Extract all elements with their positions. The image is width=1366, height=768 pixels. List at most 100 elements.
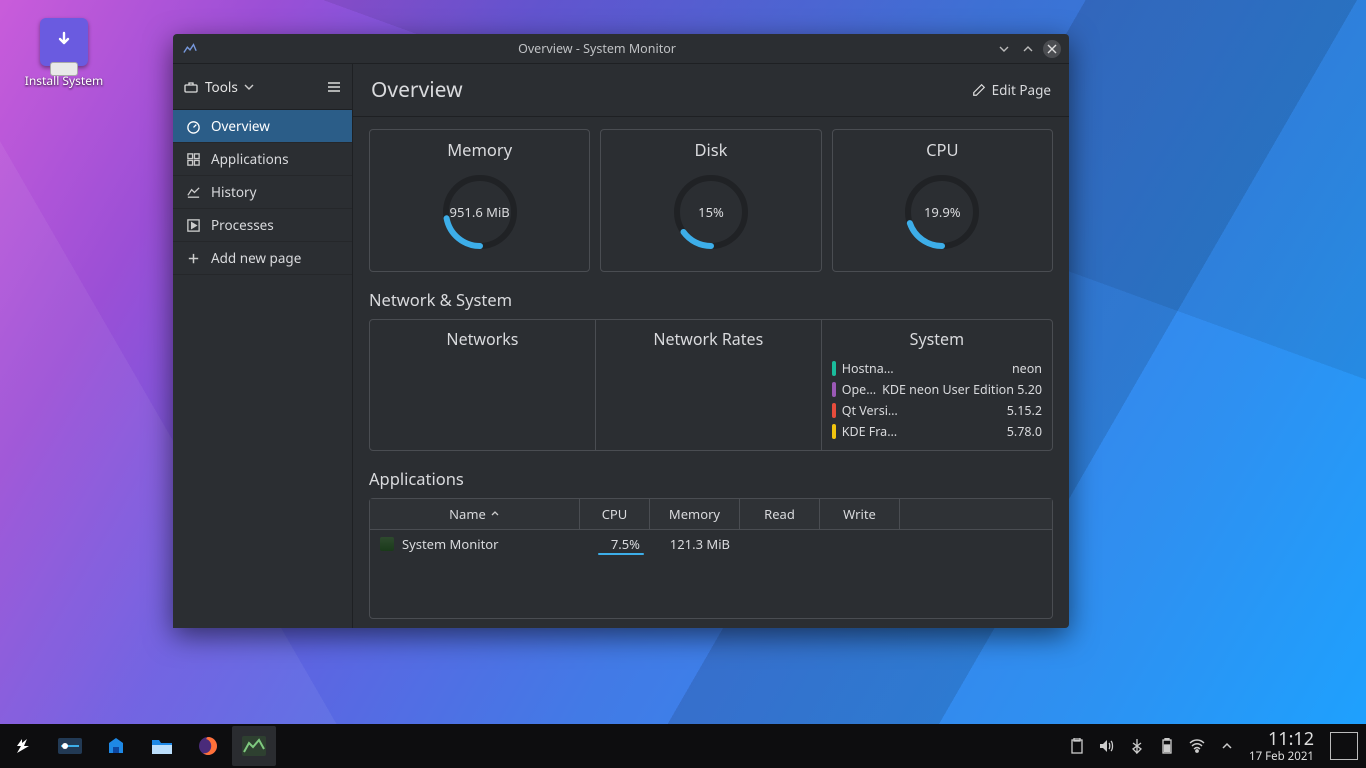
clock-date: 17 Feb 2021 [1249, 750, 1314, 763]
column-header-cpu[interactable]: CPU [580, 499, 650, 529]
disk-card: Disk 15% [600, 129, 821, 272]
system-info-row: Qt Version 5.15.2 [832, 400, 1042, 421]
pencil-icon [972, 83, 986, 97]
system-value: 5.15.2 [908, 402, 1042, 419]
plus-icon [185, 250, 201, 266]
disk-card-title: Disk [609, 138, 812, 161]
tray-expand-icon[interactable] [1219, 738, 1235, 754]
system-value: neon [908, 360, 1042, 377]
hamburger-menu[interactable] [326, 79, 342, 95]
system-info-row: Hostname neon [832, 358, 1042, 379]
cpu-card: CPU 19.9% [832, 129, 1053, 272]
sidebar-item-label: History [211, 183, 256, 201]
sidebar-item-label: Applications [211, 150, 289, 168]
battery-icon[interactable] [1159, 738, 1175, 754]
color-bar [832, 424, 836, 439]
line-chart-icon [185, 184, 201, 200]
system-info-row: KDE Frameworks Version 5.78.0 [832, 421, 1042, 442]
cpu-gauge: 19.9% [897, 167, 987, 257]
volume-icon[interactable] [1099, 738, 1115, 754]
sidebar-item-processes[interactable]: Processes [173, 209, 352, 242]
memory-gauge: 951.6 MiB [435, 167, 525, 257]
edit-page-label: Edit Page [992, 81, 1051, 99]
tools-label: Tools [205, 78, 238, 96]
networks-title: Networks [380, 328, 585, 350]
memory-value: 951.6 MiB [435, 167, 525, 257]
column-header-write[interactable]: Write [820, 499, 900, 529]
close-button[interactable] [1043, 40, 1061, 58]
cpu-card-title: CPU [841, 138, 1044, 161]
memory-card: Memory 951.6 MiB [369, 129, 590, 272]
column-header-memory[interactable]: Memory [650, 499, 740, 529]
system-value: KDE neon User Edition 5.20 [882, 381, 1042, 398]
toolbox-icon [183, 79, 199, 95]
minimize-button[interactable] [995, 40, 1013, 58]
column-header-read[interactable]: Read [740, 499, 820, 529]
system-key: Ope… [842, 381, 876, 398]
sidebar-item-applications[interactable]: Applications [173, 143, 352, 176]
chevron-down-icon [244, 82, 254, 92]
column-header-name[interactable]: Name [370, 499, 580, 529]
grid-icon [185, 151, 201, 167]
taskbar-system-monitor[interactable] [232, 726, 276, 766]
network-icon[interactable] [1189, 738, 1205, 754]
taskbar-firefox-icon[interactable] [186, 726, 230, 766]
bluetooth-icon[interactable] [1129, 738, 1145, 754]
sidebar-item-overview[interactable]: Overview [173, 110, 352, 143]
sidebar-item-history[interactable]: History [173, 176, 352, 209]
color-bar [832, 403, 836, 418]
sidebar-item-add-page[interactable]: Add new page [173, 242, 352, 275]
system-key: Qt Version [842, 402, 902, 419]
maximize-button[interactable] [1019, 40, 1037, 58]
show-desktop-button[interactable] [1330, 732, 1358, 760]
table-row[interactable]: System Monitor 7.5% 121.3 MiB [370, 530, 1052, 558]
sidebar-item-label: Overview [211, 117, 270, 135]
network-rates-title: Network Rates [606, 328, 811, 350]
app-name: System Monitor [402, 535, 499, 553]
cpu-value: 19.9% [897, 167, 987, 257]
networks-col: Networks [370, 320, 596, 450]
disk-gauge: 15% [666, 167, 756, 257]
clock-time: 11:12 [1249, 729, 1314, 750]
sidebar-item-label: Add new page [211, 249, 301, 267]
system-tray [1069, 738, 1241, 754]
taskbar-files-icon[interactable] [140, 726, 184, 766]
clock[interactable]: 11:12 17 Feb 2021 [1241, 729, 1322, 763]
taskbar-discover-icon[interactable] [94, 726, 138, 766]
tools-menu[interactable]: Tools [183, 78, 254, 96]
sidebar-item-label: Processes [211, 216, 274, 234]
system-info-row: Ope… KDE neon User Edition 5.20 [832, 379, 1042, 400]
taskbar: 11:12 17 Feb 2021 [0, 724, 1366, 768]
desktop-icon-install-system[interactable]: Install System [22, 18, 106, 89]
page-title: Overview [371, 76, 463, 104]
main-panel: Overview Edit Page Memory 951.6 MiB [353, 64, 1069, 628]
applications-table: Name CPU Memory Read Write System Monito… [369, 498, 1053, 619]
disk-value: 15% [666, 167, 756, 257]
app-icon [380, 537, 394, 551]
start-menu-button[interactable] [2, 726, 46, 766]
table-header: Name CPU Memory Read Write [370, 499, 1052, 530]
system-monitor-window: Overview - System Monitor Tools [173, 34, 1069, 628]
sidebar: Tools Overview Applications [173, 64, 353, 628]
sort-asc-icon [490, 509, 500, 519]
install-icon [40, 18, 88, 66]
system-key: Hostname [842, 360, 902, 377]
system-value: 5.78.0 [908, 423, 1042, 440]
taskbar-settings-icon[interactable] [48, 726, 92, 766]
column-header-spacer [900, 499, 1052, 529]
memory-card-title: Memory [378, 138, 581, 161]
network-system-panel: Networks Network Rates System Hostname n… [369, 319, 1053, 451]
gauge-icon [185, 118, 201, 134]
app-cpu: 7.5% [580, 535, 650, 553]
clipboard-icon[interactable] [1069, 738, 1085, 754]
titlebar[interactable]: Overview - System Monitor [173, 34, 1069, 64]
applications-title: Applications [369, 467, 1053, 490]
color-bar [832, 382, 836, 397]
app-memory: 121.3 MiB [650, 535, 740, 553]
edit-page-button[interactable]: Edit Page [972, 81, 1051, 99]
network-system-title: Network & System [369, 288, 1053, 311]
app-icon [181, 40, 199, 58]
system-title: System [832, 328, 1042, 350]
network-rates-col: Network Rates [596, 320, 822, 450]
system-key: KDE Frameworks Version [842, 423, 902, 440]
